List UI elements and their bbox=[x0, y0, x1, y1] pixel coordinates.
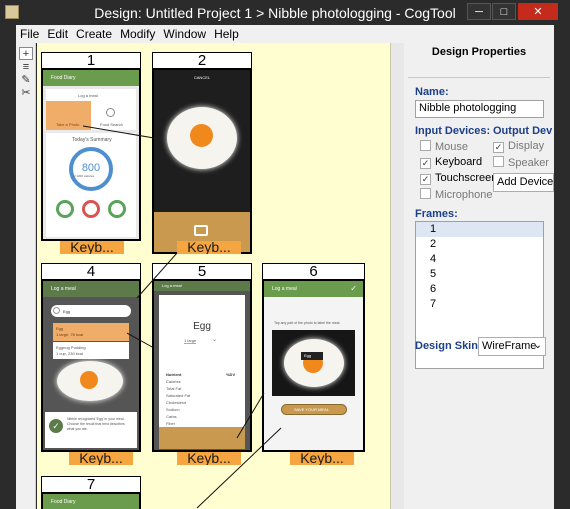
menu-modify[interactable]: Modify bbox=[116, 25, 159, 41]
window-left-border bbox=[0, 25, 16, 509]
close-button[interactable]: ✕ bbox=[518, 3, 558, 20]
transition-tool-icon[interactable]: ✂ bbox=[19, 87, 33, 100]
frame-list-item[interactable]: 7 bbox=[416, 297, 543, 312]
microphone-checkbox[interactable]: Microphone bbox=[420, 188, 492, 201]
frames-label: Frames: bbox=[415, 208, 458, 220]
display-checkbox[interactable]: ✓ Display bbox=[493, 140, 544, 153]
menu-create[interactable]: Create bbox=[72, 25, 116, 41]
transition-arrows bbox=[82, 125, 282, 509]
touchscreen-checkbox[interactable]: ✓ Touchscreen bbox=[420, 172, 497, 185]
design-skin-label: Design Skin: bbox=[415, 340, 482, 352]
design-properties-panel: Design Properties Name: Nibble photologg… bbox=[404, 43, 554, 509]
add-devices-button[interactable]: Add Devices bbox=[493, 173, 554, 192]
menu-window[interactable]: Window bbox=[159, 25, 210, 41]
input-devices-label: Input Devices: bbox=[415, 125, 491, 137]
frame-list-item[interactable]: 5 bbox=[416, 267, 543, 282]
frame-list-item[interactable]: 4 bbox=[416, 252, 543, 267]
speaker-checkbox[interactable]: Speaker bbox=[493, 156, 549, 169]
frame-list-item[interactable]: 6 bbox=[416, 282, 543, 297]
transition-arrow[interactable] bbox=[196, 427, 282, 509]
transition-arrow[interactable] bbox=[82, 125, 155, 139]
divider bbox=[408, 77, 550, 78]
title-bar: Design: Untitled Project 1 > Nibble phot… bbox=[0, 0, 570, 25]
maximize-button[interactable]: □ bbox=[492, 3, 516, 20]
design-skin-value: WireFrame bbox=[482, 340, 537, 352]
canvas-scrollbar[interactable] bbox=[391, 43, 404, 509]
design-name-input[interactable]: Nibble photologging bbox=[415, 100, 544, 118]
chevron-down-icon: ⌄ bbox=[533, 340, 542, 351]
transition-arrow[interactable] bbox=[126, 332, 155, 349]
pencil-tool-icon[interactable]: ✎ bbox=[19, 74, 33, 87]
menu-bar: File Edit Create Modify Window Help bbox=[16, 25, 554, 43]
frame-list-item[interactable]: 1 bbox=[416, 222, 543, 237]
design-skin-select[interactable]: WireFrame ⌄ bbox=[478, 337, 546, 356]
properties-heading: Design Properties bbox=[431, 46, 527, 58]
keyboard-checkbox[interactable]: ✓ Keyboard bbox=[420, 156, 482, 169]
design-canvas[interactable]: 1 Food Diary Log a meal Take a Photo Foo… bbox=[37, 43, 391, 509]
window-title: Design: Untitled Project 1 > Nibble phot… bbox=[94, 5, 456, 21]
transition-arrow[interactable] bbox=[136, 252, 178, 299]
add-frame-icon[interactable]: + bbox=[19, 47, 33, 60]
menu-edit[interactable]: Edit bbox=[43, 25, 72, 41]
menu-help[interactable]: Help bbox=[210, 25, 243, 41]
tool-palette: + ≡ ✎ ✂ bbox=[16, 43, 36, 509]
minimize-button[interactable]: ─ bbox=[467, 3, 491, 20]
frame-list-item[interactable]: 2 bbox=[416, 237, 543, 252]
output-devices-label: Output Dev bbox=[493, 125, 553, 137]
menu-file[interactable]: File bbox=[16, 25, 43, 41]
mouse-checkbox[interactable]: Mouse bbox=[420, 140, 468, 153]
transition-arrow[interactable] bbox=[236, 392, 265, 439]
name-label: Name: bbox=[415, 86, 449, 98]
window-right-border bbox=[554, 25, 570, 509]
widget-tool-icon[interactable]: ≡ bbox=[19, 61, 33, 74]
